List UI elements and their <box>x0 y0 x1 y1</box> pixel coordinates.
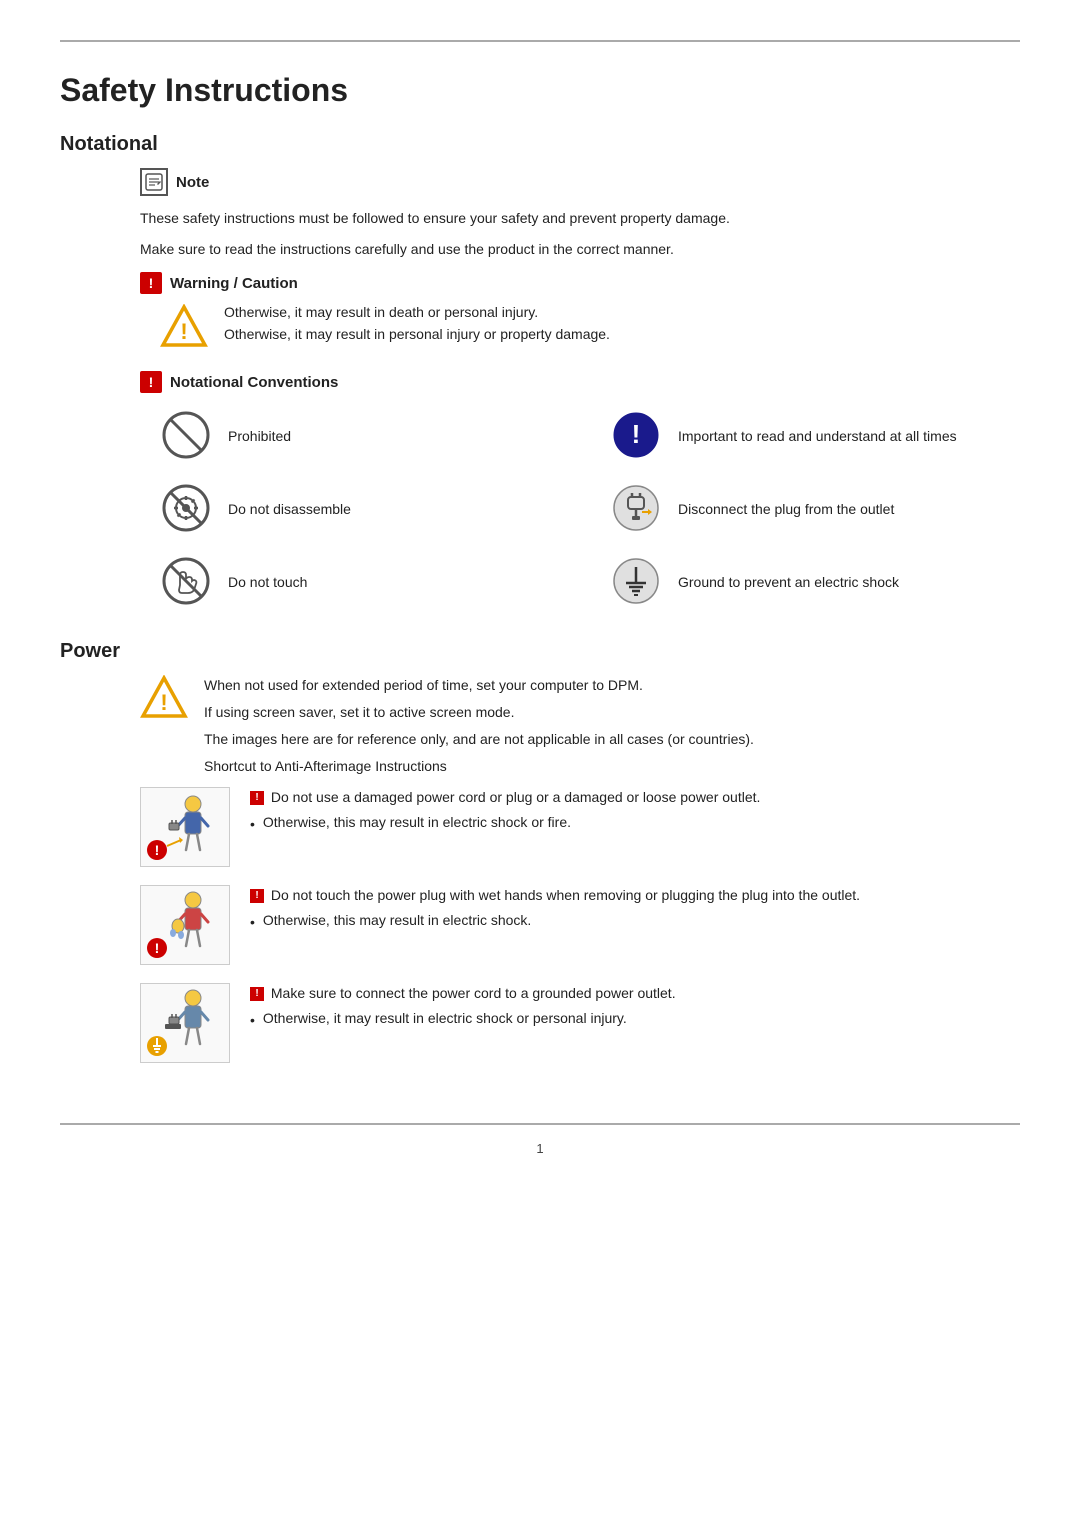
svg-text:!: ! <box>154 940 159 956</box>
power-warning-block: ! When not used for extended period of t… <box>140 675 1020 777</box>
note-header: Note <box>140 168 1020 196</box>
notational-conv-icon: ! <box>140 371 162 393</box>
power-image-2: ! <box>140 885 230 965</box>
disconnect-icon <box>610 482 662 537</box>
power-block-1: ! ! Do not use a damaged power cord or p… <box>140 787 1020 867</box>
note-icon <box>140 168 168 196</box>
notational-conv-label: Notational Conventions <box>170 374 338 391</box>
power-triangle-icon: ! <box>140 675 188 722</box>
warning-text2: Otherwise, it may result in personal inj… <box>224 326 610 342</box>
power-text3: The images here are for reference only, … <box>204 729 754 750</box>
warning-caution-icon: ! <box>140 272 162 294</box>
power-block1-main: Do not use a damaged power cord or plug … <box>271 789 761 805</box>
power-block2-main: Do not touch the power plug with wet han… <box>271 887 860 903</box>
power-text4: Shortcut to Anti-Afterimage Instructions <box>204 756 754 777</box>
icon-ground: Ground to prevent an electric shock <box>610 555 1020 610</box>
note-text1: These safety instructions must be follow… <box>140 208 1020 229</box>
no-disassemble-icon <box>160 482 212 537</box>
power-block2-bullet: • Otherwise, this may result in electric… <box>250 910 860 933</box>
page-number: 1 <box>60 1141 1020 1156</box>
red-icon-2: ! <box>250 889 264 903</box>
svg-text:!: ! <box>180 319 187 344</box>
bottom-border <box>60 1103 1020 1125</box>
ground-icon <box>610 555 662 610</box>
disconnect-label: Disconnect the plug from the outlet <box>678 500 894 520</box>
icon-no-disassemble: Do not disassemble <box>160 482 570 537</box>
power-text2: If using screen saver, set it to active … <box>204 702 754 723</box>
power-block-3-text: ! Make sure to connect the power cord to… <box>250 983 676 1031</box>
warning-caution-header: ! Warning / Caution <box>140 272 1020 294</box>
power-block1-bullet: • Otherwise, this may result in electric… <box>250 812 760 835</box>
icon-no-touch: Do not touch <box>160 555 570 610</box>
power-block-1-text: ! Do not use a damaged power cord or plu… <box>250 787 760 835</box>
ground-label: Ground to prevent an electric shock <box>678 573 899 593</box>
icon-prohibited: Prohibited <box>160 409 570 464</box>
warning-caution-label: Warning / Caution <box>170 275 298 292</box>
prohibited-icon <box>160 409 212 464</box>
power-image-1: ! <box>140 787 230 867</box>
power-texts: When not used for extended period of tim… <box>204 675 754 777</box>
power-block-3: ! Make sure to connect the power cord to… <box>140 983 1020 1063</box>
triangle-icon: ! <box>160 304 208 351</box>
svg-text:!: ! <box>154 842 159 858</box>
svg-text:!: ! <box>632 419 641 449</box>
note-text2: Make sure to read the instructions caref… <box>140 239 1020 260</box>
warning-block: ! Otherwise, it may result in death or p… <box>160 304 1020 351</box>
important-icon: ! <box>610 409 662 464</box>
page-title: Safety Instructions <box>60 72 1020 109</box>
power-text1: When not used for extended period of tim… <box>204 675 754 696</box>
warning-text1: Otherwise, it may result in death or per… <box>224 304 610 320</box>
power-image-3 <box>140 983 230 1063</box>
icon-disconnect: Disconnect the plug from the outlet <box>610 482 1020 537</box>
power-block-2-text: ! Do not touch the power plug with wet h… <box>250 885 860 933</box>
prohibited-label: Prohibited <box>228 427 291 447</box>
no-disassemble-label: Do not disassemble <box>228 500 351 520</box>
icon-important: ! Important to read and understand at al… <box>610 409 1020 464</box>
icon-grid: Prohibited ! Important to read and under… <box>160 409 1020 610</box>
power-block3-bullet: • Otherwise, it may result in electric s… <box>250 1008 676 1031</box>
power-block3-main: Make sure to connect the power cord to a… <box>271 985 676 1001</box>
important-label: Important to read and understand at all … <box>678 427 957 447</box>
power-block-2: ! ! Do not touch the power plug with wet… <box>140 885 1020 965</box>
no-touch-icon <box>160 555 212 610</box>
power-section: Power ! When not used for extended perio… <box>60 640 1020 1063</box>
red-icon-1: ! <box>250 791 264 805</box>
note-label: Note <box>176 174 209 191</box>
notational-conventions-header: ! Notational Conventions <box>140 371 1020 393</box>
warning-texts: Otherwise, it may result in death or per… <box>224 304 610 342</box>
power-section-title: Power <box>60 640 1020 663</box>
red-icon-3: ! <box>250 987 264 1001</box>
svg-text:!: ! <box>160 690 167 715</box>
notational-section-title: Notational <box>60 133 1020 156</box>
no-touch-label: Do not touch <box>228 573 307 593</box>
